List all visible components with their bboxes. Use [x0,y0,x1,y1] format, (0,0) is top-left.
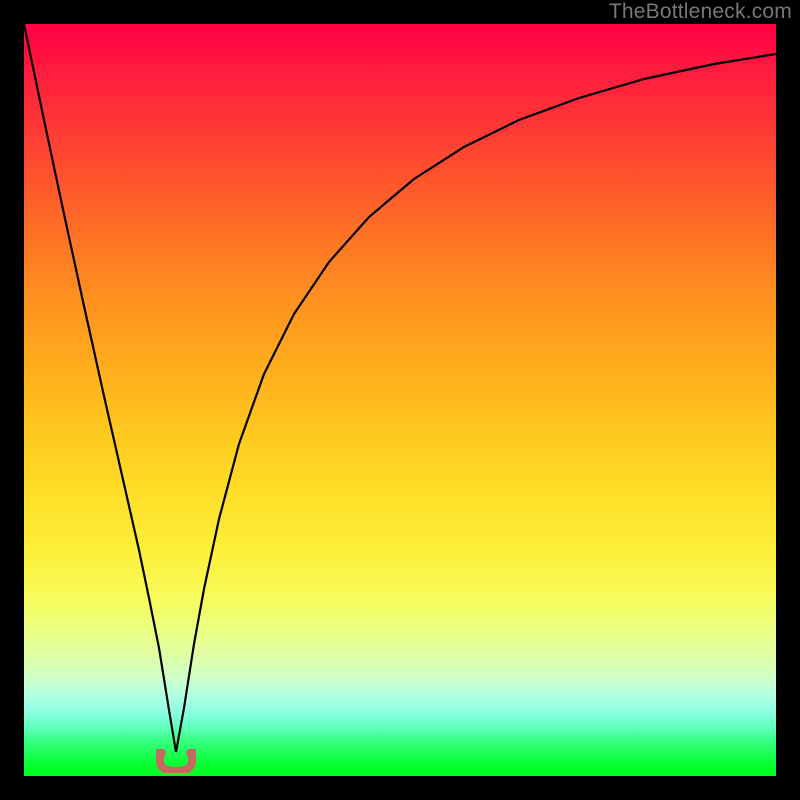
watermark-text: TheBottleneck.com [609,0,792,24]
trough-marker [156,749,196,773]
chart-frame: TheBottleneck.com [0,0,800,800]
plot-area [24,24,776,776]
bottleneck-curve [24,24,776,776]
